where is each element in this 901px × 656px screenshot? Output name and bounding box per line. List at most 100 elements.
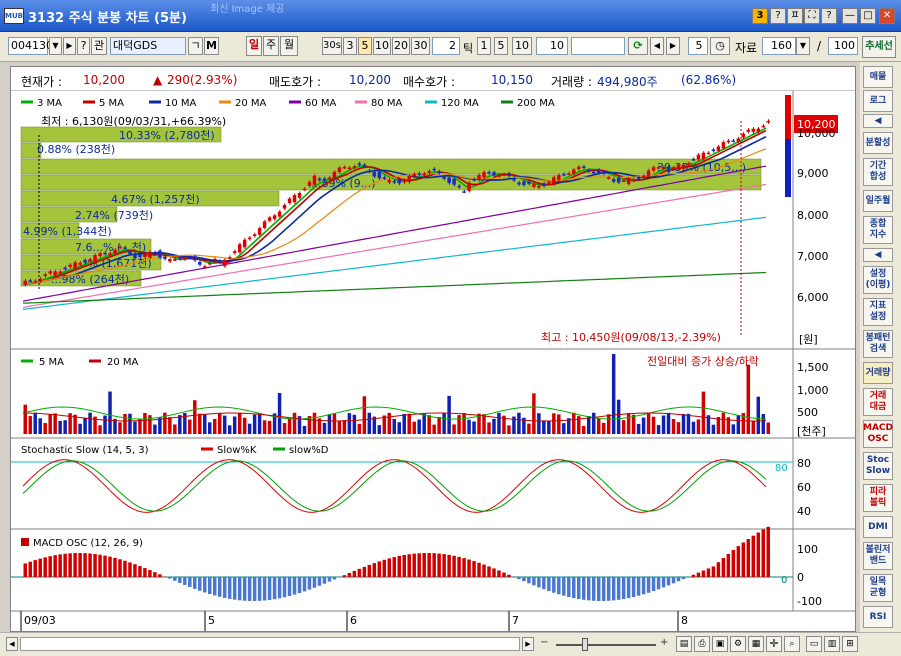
zoom-in-icon[interactable]: + [660,637,672,651]
minute-5-button[interactable]: 5 [358,37,372,55]
magnifier-icon[interactable]: ⌕ [784,636,800,652]
tm-button[interactable]: ㄱ [188,37,203,55]
zoom-slider-track[interactable] [556,644,656,646]
window-icon[interactable]: ▭ [806,636,822,652]
arrow-right-icon[interactable]: ▶ [63,37,76,55]
data-count-dropdown-icon[interactable]: ▼ [796,37,810,55]
kwan-button[interactable]: 관 [91,37,107,55]
tool-save-icon[interactable]: ▤ [676,636,692,652]
candle-body [193,256,197,261]
stock-code-input[interactable]: 004130 [8,37,53,55]
blank-input[interactable] [571,37,625,55]
chevron-down-icon[interactable]: ▼ [49,37,62,55]
volume-bar [257,413,262,434]
sidebar-item[interactable]: MACD OSC [863,420,893,448]
tick-1-button[interactable]: 1 [477,37,491,55]
sidebar-item[interactable]: 거래량 [863,362,893,384]
stock-name-field[interactable]: 대덕GDS [110,37,186,55]
candle-body [362,164,367,167]
volume-bar [123,413,127,434]
refresh-icon[interactable]: ⟳ [628,37,648,55]
crosshair-icon[interactable]: ✛ [766,636,782,652]
layout-icon[interactable]: ▥ [824,636,840,652]
tick-label: 틱 [463,42,474,55]
sidebar-item[interactable]: 일목 균형 [863,574,893,602]
sidebar-item[interactable]: 일주월 [863,190,893,212]
m-button[interactable]: M [204,37,219,55]
sidebar-item[interactable]: 볼린저 밴드 [863,542,893,570]
zoom-slider-handle[interactable] [582,638,588,651]
volume-bar [33,412,37,434]
next-icon[interactable]: ▶ [666,37,680,55]
minute-10-button[interactable]: 10 [373,37,391,55]
volume-bar [412,421,416,434]
sidebar-item[interactable]: 분할성 [863,132,893,154]
sidebar-item[interactable]: 설정 (이평) [863,266,893,294]
tick-10-button[interactable]: 10 [512,37,532,55]
tool-settings-icon[interactable]: ⚙ [730,636,746,652]
zoom-out-icon[interactable]: − [540,637,552,651]
scroll-track[interactable] [20,637,520,651]
candle-body [397,179,401,184]
prev-icon[interactable]: ◀ [650,37,664,55]
minute-30-button[interactable]: 30 [411,37,430,55]
count-input[interactable]: 5 [688,37,708,55]
volume-bar [83,417,87,434]
sidebar-item[interactable]: 매물 [863,66,893,88]
minute-30s-button[interactable]: 30s [322,37,342,55]
data-count-input[interactable]: 160 [762,37,796,55]
volume-bar [447,395,451,434]
minute-3-button[interactable]: 3 [343,37,357,55]
daily-button[interactable]: 일 [246,36,262,56]
tick-5-button[interactable]: 5 [494,37,508,55]
sidebar-item[interactable]: 피라 볼릭 [863,484,893,512]
tool-print-icon[interactable]: ⎙ [694,636,710,652]
candle-body [766,120,770,123]
sidebar-item[interactable]: 봉패턴 검색 [863,330,893,358]
volume-bar [217,412,222,434]
weekly-button[interactable]: 주 [263,36,279,56]
scroll-left-icon[interactable]: ◀ [6,637,18,651]
help-button[interactable]: ? [77,37,90,55]
macd-bar [666,577,671,586]
volume-bar [357,423,362,434]
minute-20-button[interactable]: 20 [392,37,410,55]
trendline-button[interactable]: 추세선 [862,36,896,58]
sidebar-item[interactable]: RSI [863,606,893,628]
sidebar-item[interactable]: 기간 합성 [863,158,893,186]
high-note: 최고 : 10,450원(09/08/13,-2.39%) [541,331,721,344]
candle-body [173,259,177,261]
three-button[interactable]: 3 [752,8,768,24]
scroll-right-icon[interactable]: ▶ [522,637,534,651]
sidebar-item[interactable]: 거래 대금 [863,388,893,416]
ma-legend: 3 MA 5 MA 10 MA 20 MA 60 MA 80 MA 120 MA 200 MA [21,98,555,109]
help-icon[interactable]: ? [821,8,837,24]
fullscreen-icon[interactable]: ⊞ [842,636,858,652]
maximize-button[interactable]: □ [860,8,876,24]
macd-bar [517,577,521,580]
sidebar-item[interactable]: 종합 지수 [863,216,893,244]
candle-body [178,258,182,260]
candle-body [487,172,491,174]
monthly-button[interactable]: 월 [280,36,298,56]
clock-icon[interactable]: ◷ [710,37,730,55]
data-total-input[interactable]: 100 [828,37,858,55]
macd-bar [542,577,546,590]
expand-icon[interactable]: ⛶ [804,8,820,24]
pin-icon[interactable]: ㅍ [787,8,803,24]
sidebar-item[interactable]: ◀ [863,114,893,128]
sidebar-item[interactable]: Stoc Slow [863,452,893,480]
macd-bar [616,577,621,600]
question-icon[interactable]: ? [770,8,786,24]
minimize-button[interactable]: — [842,8,858,24]
close-button[interactable]: ✕ [879,8,895,24]
sidebar-item[interactable]: 로그 [863,90,893,112]
sidebar-item[interactable]: ◀ [863,248,893,262]
tool-image-icon[interactable]: ▣ [712,636,728,652]
sidebar-item[interactable]: 지표 설정 [863,298,893,326]
minute-input[interactable]: 2 [432,37,460,55]
tick-input[interactable]: 10 [536,37,568,55]
candle-body [641,175,646,179]
sidebar-item[interactable]: DMI [863,516,893,538]
tool-grid-icon[interactable]: ▦ [748,636,764,652]
